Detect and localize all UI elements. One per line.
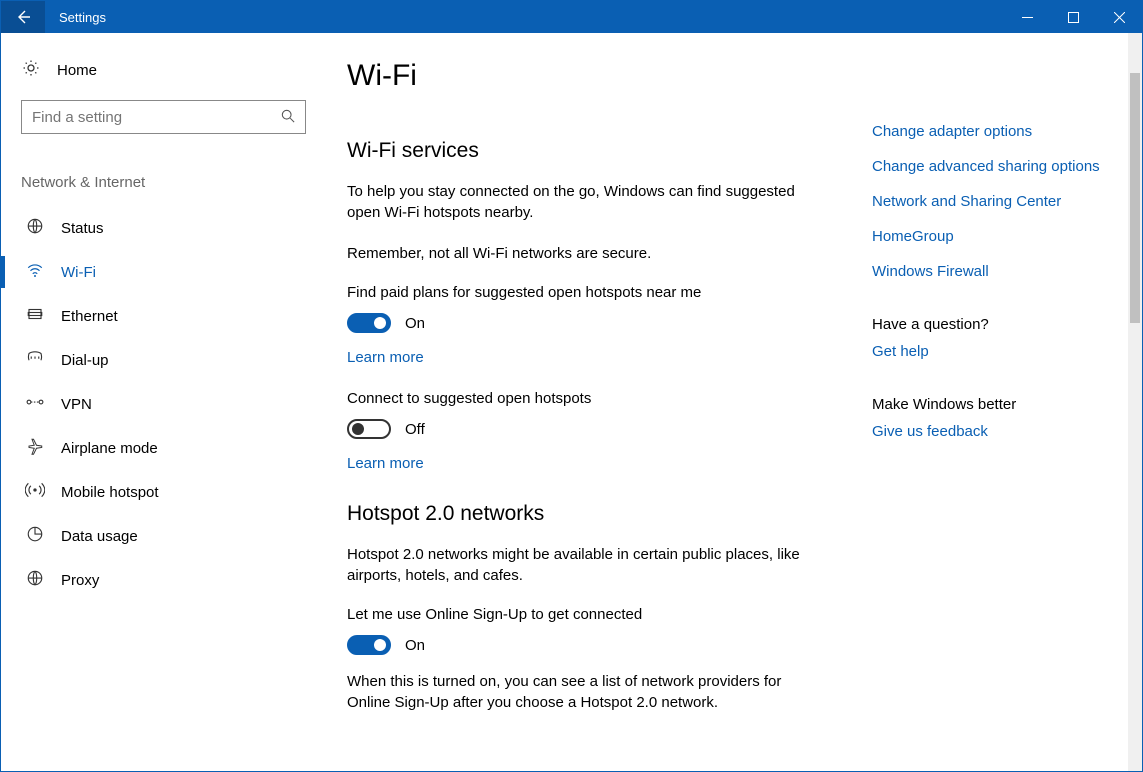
window-title: Settings <box>45 10 106 25</box>
home-button[interactable]: Home <box>21 59 301 82</box>
paid-plans-label: Find paid plans for suggested open hotsp… <box>347 284 802 301</box>
related-column: Change adapter options Change advanced s… <box>872 129 1100 733</box>
sidebar-item-label: Mobile hotspot <box>61 484 159 501</box>
related-link-sharing[interactable]: Change advanced sharing options <box>872 158 1100 175</box>
main-panel: Wi-Fi Wi-Fi services To help you stay co… <box>321 33 1142 771</box>
question-heading: Have a question? <box>872 316 1100 333</box>
status-icon <box>25 217 45 240</box>
paid-plans-state: On <box>405 315 425 332</box>
sidebar-item-label: Wi-Fi <box>61 264 96 281</box>
scrollbar[interactable] <box>1128 33 1142 771</box>
settings-window: Settings Home Ne <box>0 0 1143 772</box>
hotspot20-desc2: When this is turned on, you can see a li… <box>347 671 802 713</box>
sidebar-item-wifi[interactable]: Wi-Fi <box>21 250 301 294</box>
sidebar-item-hotspot[interactable]: Mobile hotspot <box>21 470 301 514</box>
better-heading: Make Windows better <box>872 396 1100 413</box>
related-link-adapter[interactable]: Change adapter options <box>872 123 1100 140</box>
close-button[interactable] <box>1096 1 1142 33</box>
content-area: Home Network & Internet Status Wi-Fi <box>1 33 1142 771</box>
ethernet-icon <box>25 305 45 328</box>
sidebar-item-datausage[interactable]: Data usage <box>21 514 301 558</box>
hotspot20-heading: Hotspot 2.0 networks <box>347 502 802 526</box>
get-help-link[interactable]: Get help <box>872 343 1100 360</box>
home-label: Home <box>57 62 97 79</box>
sidebar-item-ethernet[interactable]: Ethernet <box>21 294 301 338</box>
hotspot20-desc1: Hotspot 2.0 networks might be available … <box>347 544 802 586</box>
vpn-icon <box>25 394 45 415</box>
airplane-icon <box>25 437 45 460</box>
search-icon <box>281 109 295 126</box>
sidebar-category: Network & Internet <box>21 174 301 191</box>
wifi-icon <box>25 261 45 284</box>
online-signup-toggle[interactable] <box>347 635 391 655</box>
search-input[interactable] <box>32 109 281 126</box>
sidebar-item-vpn[interactable]: VPN <box>21 382 301 426</box>
wifi-services-desc2: Remember, not all Wi-Fi networks are sec… <box>347 243 802 264</box>
dialup-icon <box>25 349 45 372</box>
sidebar-item-label: Status <box>61 220 104 237</box>
scrollbar-thumb[interactable] <box>1130 73 1140 323</box>
gear-icon <box>21 59 41 82</box>
sidebar-item-label: Proxy <box>61 572 99 589</box>
close-icon <box>1114 12 1125 23</box>
online-signup-label: Let me use Online Sign-Up to get connect… <box>347 606 802 623</box>
minimize-button[interactable] <box>1004 1 1050 33</box>
online-signup-state: On <box>405 637 425 654</box>
settings-column: Wi-Fi services To help you stay connecte… <box>347 129 802 733</box>
search-box[interactable] <box>21 100 306 134</box>
sidebar-item-label: Airplane mode <box>61 440 158 457</box>
page-title: Wi-Fi <box>347 59 1102 93</box>
maximize-button[interactable] <box>1050 1 1096 33</box>
wifi-services-desc1: To help you stay connected on the go, Wi… <box>347 181 802 223</box>
learn-more-link-1[interactable]: Learn more <box>347 349 802 366</box>
proxy-icon <box>25 569 45 592</box>
sidebar-item-label: Data usage <box>61 528 138 545</box>
related-link-network-center[interactable]: Network and Sharing Center <box>872 193 1100 210</box>
open-hotspots-label: Connect to suggested open hotspots <box>347 390 802 407</box>
sidebar-item-status[interactable]: Status <box>21 206 301 250</box>
back-button[interactable] <box>1 1 45 33</box>
sidebar-item-label: Ethernet <box>61 308 118 325</box>
paid-plans-toggle[interactable] <box>347 313 391 333</box>
sidebar-item-proxy[interactable]: Proxy <box>21 558 301 602</box>
feedback-link[interactable]: Give us feedback <box>872 423 1100 440</box>
maximize-icon <box>1068 12 1079 23</box>
titlebar: Settings <box>1 1 1142 33</box>
sidebar-item-label: VPN <box>61 396 92 413</box>
sidebar: Home Network & Internet Status Wi-Fi <box>1 33 321 771</box>
sidebar-item-dialup[interactable]: Dial-up <box>21 338 301 382</box>
related-link-firewall[interactable]: Windows Firewall <box>872 263 1100 280</box>
datausage-icon <box>25 525 45 548</box>
hotspot-icon <box>25 481 45 504</box>
open-hotspots-toggle[interactable] <box>347 419 391 439</box>
sidebar-item-label: Dial-up <box>61 352 109 369</box>
minimize-icon <box>1022 12 1033 23</box>
open-hotspots-state: Off <box>405 421 425 438</box>
learn-more-link-2[interactable]: Learn more <box>347 455 802 472</box>
back-arrow-icon <box>15 9 31 25</box>
related-link-homegroup[interactable]: HomeGroup <box>872 228 1100 245</box>
wifi-services-heading: Wi-Fi services <box>347 139 802 163</box>
sidebar-item-airplane[interactable]: Airplane mode <box>21 426 301 470</box>
